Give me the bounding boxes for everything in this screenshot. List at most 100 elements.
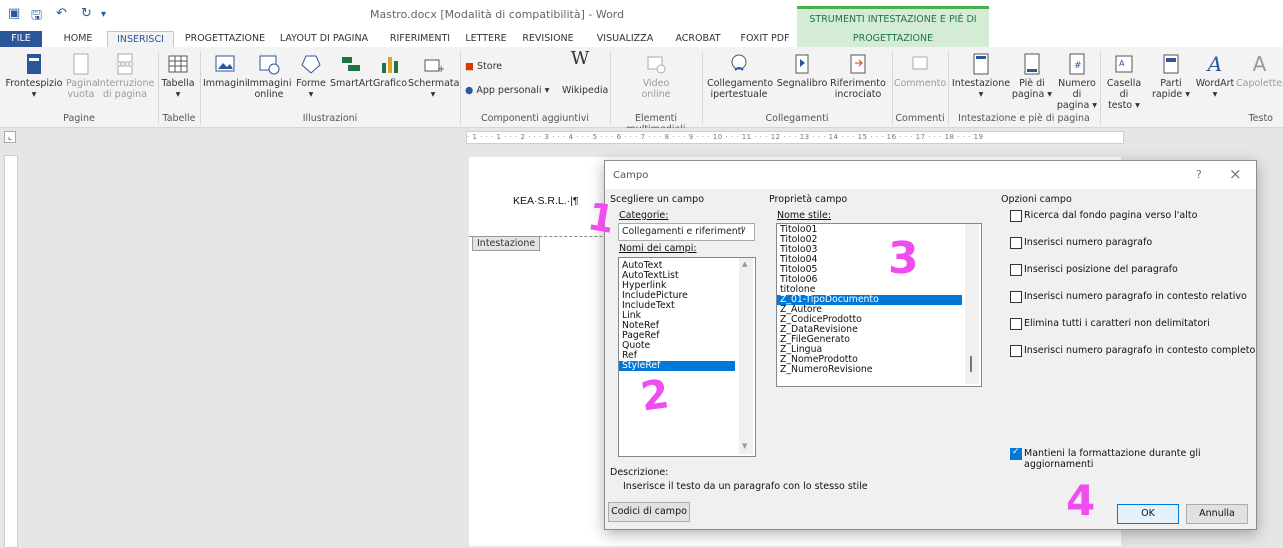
field-codes-button[interactable]: Codici di campo — [608, 502, 690, 522]
field-options-heading: Opzioni campo — [1001, 194, 1072, 205]
tab-layout[interactable]: LAYOUT DI PAGINA — [278, 31, 370, 47]
option-checkbox[interactable] — [1010, 210, 1022, 222]
redo-icon[interactable]: ↻ — [81, 6, 92, 21]
shapes-icon — [301, 55, 321, 74]
tab-home[interactable]: HOME — [54, 31, 102, 47]
chevron-down-icon: ∨ — [740, 225, 747, 235]
horizontal-ruler[interactable]: · 1 · · · 1 · · · 2 · · · 3 · · · 4 · · … — [466, 131, 1124, 144]
scroll-up-icon[interactable]: ▲ — [742, 260, 747, 268]
drop-cap-icon: A — [1252, 52, 1267, 76]
smartart-icon — [342, 57, 360, 71]
numero-pagina-button[interactable]: # Numero di pagina ▾ — [1054, 49, 1100, 111]
cover-page-icon — [27, 54, 41, 74]
smartart-button[interactable]: SmartArt — [330, 49, 373, 89]
casella-testo-button[interactable]: A Casella di testo ▾ — [1101, 49, 1147, 111]
option-label: Inserisci posizione del paragrafo — [1024, 264, 1178, 275]
tab-riferimenti[interactable]: RIFERIMENTI — [384, 31, 456, 47]
option-checkbox[interactable] — [1010, 237, 1022, 249]
help-icon[interactable]: ? — [1196, 168, 1202, 181]
close-icon[interactable]: × — [1229, 165, 1242, 183]
undo-icon[interactable]: ↶ — [56, 6, 67, 21]
scroll-down-icon[interactable]: ▼ — [742, 442, 747, 450]
field-names-list[interactable]: AutoText AutoTextList Hyperlink IncludePict… — [618, 257, 756, 457]
collegamento-ipertestuale-button[interactable]: Collegamento ipertestuale — [707, 49, 773, 100]
forme-button[interactable]: Forme ▾ — [293, 49, 329, 100]
qat-customize-icon[interactable]: ▾ — [101, 9, 106, 20]
save-icon[interactable]: 🖫 — [31, 6, 42, 28]
pagina-vuota-button[interactable]: Pagina vuota — [66, 49, 98, 100]
style-item[interactable]: Z_NumeroRevisione — [777, 365, 962, 375]
screenshot-icon: + — [424, 59, 444, 75]
tab-inserisci[interactable]: INSERISCI — [107, 31, 174, 47]
styles-items: Titolo01 Titolo02 Titolo03 Titolo04 Titolo05… — [777, 225, 981, 375]
group-pagine: Pagine — [63, 113, 95, 124]
field-name-item[interactable]: StyleRef — [619, 361, 735, 371]
video-online-button[interactable]: Video online — [618, 49, 694, 100]
segnalibro-button[interactable]: Segnalibro — [775, 49, 829, 89]
wordart-icon: A — [1207, 52, 1223, 76]
tab-file[interactable]: FILE — [0, 31, 42, 47]
dialog-title: Campo — [613, 170, 649, 181]
field-props-heading: Proprietà campo — [769, 194, 848, 205]
store-icon: ■ — [465, 61, 474, 72]
schermata-button[interactable]: + Schermata ▾ — [408, 49, 459, 100]
immagini-online-button[interactable]: Immagini online — [247, 49, 291, 100]
tab-selector[interactable]: ⌞ — [4, 131, 16, 143]
store-button[interactable]: ■ Store — [465, 61, 515, 72]
riferimento-incrociato-button[interactable]: Riferimento incrociato — [829, 49, 887, 100]
group-testo: Testo — [1248, 113, 1273, 124]
app-personali-button[interactable]: ● App personali ▾ — [465, 85, 555, 96]
svg-text:#: # — [1074, 61, 1082, 71]
option-checkbox[interactable] — [1010, 318, 1022, 330]
tab-progettazione[interactable]: PROGETTAZIONE — [180, 31, 270, 47]
keep-format-checkbox[interactable]: ✓ — [1010, 447, 1022, 460]
hyperlink-icon — [731, 54, 747, 71]
option-checkbox[interactable] — [1010, 291, 1022, 303]
tab-foxit[interactable]: FOXIT PDF — [735, 31, 795, 47]
option-checkbox[interactable] — [1010, 264, 1022, 276]
header-text[interactable]: KEA·S.R.L.·|¶ — [513, 195, 579, 207]
header-icon — [973, 53, 989, 75]
frontespizio-button[interactable]: Frontespizio ▾ — [3, 49, 65, 100]
group-componenti: Componenti aggiuntivi — [480, 113, 589, 124]
context-tools-title: STRUMENTI INTESTAZIONE E PIÈ DI PAGINA — [797, 6, 989, 47]
option-checkbox[interactable] — [1010, 345, 1022, 357]
categories-select[interactable]: Collegamenti e riferimenti ∨ — [618, 223, 755, 241]
capolettera-button[interactable]: A Capolettera — [1236, 49, 1283, 89]
cancel-button[interactable]: Annulla — [1186, 504, 1248, 524]
tab-lettere[interactable]: LETTERE — [463, 31, 509, 47]
wordart-button[interactable]: A WordArt ▾ — [1193, 49, 1237, 100]
description-label: Descrizione: — [610, 467, 669, 478]
tab-revisione[interactable]: REVISIONE — [518, 31, 578, 47]
group-commenti: Commenti — [895, 113, 945, 124]
wikipedia-icon[interactable]: W — [565, 50, 595, 68]
commento-button[interactable]: Commento — [893, 49, 947, 89]
tab-visualizza[interactable]: VISUALIZZA — [592, 31, 658, 47]
ok-button[interactable]: OK — [1117, 504, 1179, 524]
page-break-icon — [116, 53, 134, 75]
tab-acrobat[interactable]: ACROBAT — [670, 31, 726, 47]
scrollbar[interactable]: ▲ ▼ — [739, 258, 753, 454]
interruzione-pagina-button[interactable]: Interruzione di pagina — [97, 49, 154, 100]
pictures-icon — [215, 55, 235, 72]
styles-list[interactable]: Titolo01 Titolo02 Titolo03 Titolo04 Titolo05… — [776, 223, 982, 387]
option-label: Inserisci numero paragrafo — [1024, 237, 1153, 248]
tabella-button[interactable]: Tabella ▾ — [161, 49, 195, 100]
vertical-ruler[interactable] — [4, 155, 18, 548]
grafico-button[interactable]: Grafico — [372, 49, 408, 89]
svg-text:+: + — [437, 64, 444, 75]
pie-di-pagina-button[interactable]: Piè di pagina ▾ — [1010, 49, 1054, 100]
apps-icon: ● — [465, 85, 474, 96]
svg-text:A: A — [1119, 59, 1125, 68]
intestazione-button[interactable]: Intestazione ▾ — [951, 49, 1011, 100]
scroll-thumb[interactable] — [970, 356, 972, 372]
tab-progettazione-contestuale[interactable]: PROGETTAZIONE — [797, 31, 989, 47]
style-name-label: Nome stile: — [777, 210, 832, 221]
option-label: Elimina tutti i caratteri non delimitato… — [1024, 318, 1210, 329]
scrollbar[interactable] — [965, 224, 979, 384]
parti-rapide-button[interactable]: Parti rapide ▾ — [1149, 49, 1193, 100]
immagini-button[interactable]: Immagini — [203, 49, 247, 89]
word-app-icon: ▣ — [8, 6, 21, 21]
wikipedia-button[interactable]: Wikipedia — [562, 85, 608, 96]
field-names-label: Nomi dei campi: — [619, 243, 697, 254]
